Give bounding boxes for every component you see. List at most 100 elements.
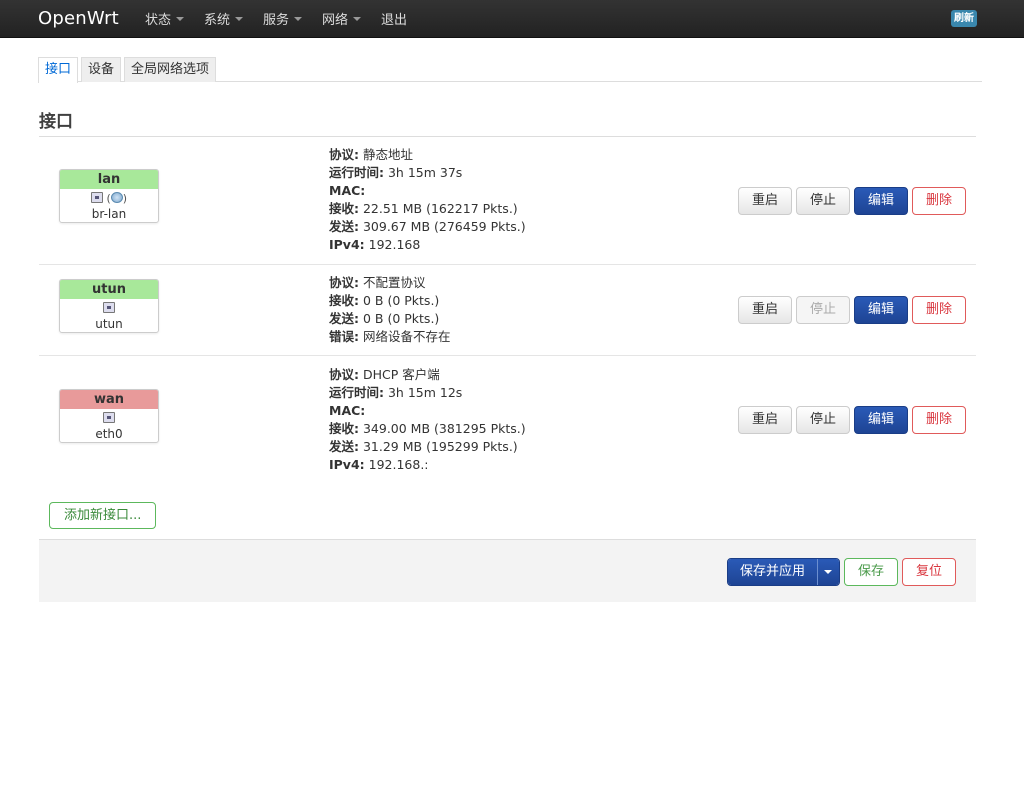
info-value: 网络设备不存在	[359, 329, 451, 344]
stop-button[interactable]: 停止	[795, 187, 850, 215]
info-value: 309.67 MB (276459 Pkts.)	[359, 219, 526, 234]
edit-button[interactable]: 编辑	[853, 406, 908, 434]
interface-info: 协议: 静态地址 运行时间: 3h 15m 37s MAC: 接收: 22.51…	[329, 146, 526, 254]
restart-button[interactable]: 重启	[737, 187, 792, 215]
stop-button[interactable]: 停止	[795, 296, 850, 324]
delete-button[interactable]: 删除	[911, 296, 966, 324]
reset-button[interactable]: 复位	[901, 558, 956, 586]
tab-interfaces[interactable]: 接口	[38, 57, 79, 83]
interface-row-wan: wan eth0 协议: DHCP 客户端 运行时间: 3h 15m 12s M…	[39, 356, 976, 483]
globe-icon	[110, 192, 123, 203]
chevron-down-icon	[353, 16, 361, 21]
interface-badge-wan: wan eth0	[59, 389, 159, 443]
info-key: 错误:	[329, 329, 359, 344]
info-key: MAC:	[329, 403, 366, 418]
info-line: 接收: 22.51 MB (162217 Pkts.)	[329, 200, 526, 218]
delete-button[interactable]: 删除	[911, 187, 966, 215]
info-line: 协议: 不配置协议	[329, 274, 450, 292]
interface-badge-utun: utun utun	[59, 279, 159, 333]
info-line: 协议: 静态地址	[329, 146, 526, 164]
interface-row-utun: utun utun 协议: 不配置协议 接收: 0 B (0 Pkts.) 发送…	[39, 265, 976, 355]
info-value: 3h 15m 37s	[384, 165, 463, 180]
save-apply-split-button: 保存并应用	[726, 558, 840, 586]
info-line: 运行时间: 3h 15m 12s	[329, 384, 526, 402]
info-line: MAC:	[329, 182, 526, 200]
info-line: 接收: 0 B (0 Pkts.)	[329, 292, 450, 310]
menu-status[interactable]: 状态	[145, 9, 184, 28]
info-line: IPv4: 192.168.:	[329, 456, 526, 474]
delete-button[interactable]: 删除	[911, 406, 966, 434]
refresh-badge[interactable]: 刷新	[951, 10, 977, 27]
restart-button[interactable]: 重启	[737, 296, 792, 324]
info-key: 接收:	[329, 201, 359, 216]
info-value: 0 B (0 Pkts.)	[359, 293, 440, 308]
info-line: MAC:	[329, 402, 526, 420]
save-apply-dropdown[interactable]	[816, 559, 839, 585]
stop-button[interactable]: 停止	[795, 406, 850, 434]
info-key: 协议:	[329, 367, 359, 382]
info-value: 不配置协议	[359, 275, 426, 290]
info-key: 运行时间:	[329, 385, 384, 400]
menu-system-label: 系统	[203, 13, 230, 28]
interface-icons	[60, 302, 158, 317]
info-value: 192.168.:	[364, 457, 429, 472]
info-line: 错误: 网络设备不存在	[329, 328, 450, 346]
info-key: 协议:	[329, 275, 359, 290]
info-line: 运行时间: 3h 15m 37s	[329, 164, 526, 182]
info-value: 31.29 MB (195299 Pkts.)	[359, 439, 518, 454]
info-line: 发送: 0 B (0 Pkts.)	[329, 310, 450, 328]
info-line: 协议: DHCP 客户端	[329, 366, 526, 384]
info-line: 接收: 349.00 MB (381295 Pkts.)	[329, 420, 526, 438]
chevron-down-icon	[824, 570, 833, 574]
edit-button[interactable]: 编辑	[853, 296, 908, 324]
menu-services[interactable]: 服务	[263, 9, 302, 28]
tab-devices[interactable]: 设备	[81, 57, 122, 82]
info-key: MAC:	[329, 183, 366, 198]
save-apply-button[interactable]: 保存并应用	[727, 559, 817, 585]
info-key: 协议:	[329, 147, 359, 162]
tab-global-options[interactable]: 全局网络选项	[124, 57, 217, 82]
menu-status-label: 状态	[144, 13, 171, 28]
add-interface-button[interactable]: 添加新接口...	[49, 502, 157, 529]
info-value: 349.00 MB (381295 Pkts.)	[359, 421, 526, 436]
restart-button[interactable]: 重启	[737, 406, 792, 434]
info-key: 发送:	[329, 219, 359, 234]
info-key: IPv4:	[329, 457, 365, 472]
menu-services-label: 服务	[262, 13, 289, 28]
edit-button[interactable]: 编辑	[853, 187, 908, 215]
info-value: 静态地址	[359, 147, 413, 162]
info-key: IPv4:	[329, 237, 365, 252]
info-key: 发送:	[329, 439, 359, 454]
info-value: DHCP 客户端	[359, 367, 440, 382]
info-line: IPv4: 192.168	[329, 236, 526, 254]
interface-info: 协议: 不配置协议 接收: 0 B (0 Pkts.) 发送: 0 B (0 P…	[329, 274, 450, 346]
interface-badge-body: utun	[60, 299, 158, 332]
chevron-down-icon	[293, 16, 302, 21]
info-line: 发送: 309.67 MB (276459 Pkts.)	[329, 218, 526, 236]
save-button[interactable]: 保存	[843, 558, 898, 586]
interface-row-lan: lan () br-lan 协议: 静态地址 运行时间: 3h 15m 37s …	[39, 137, 976, 264]
section-title: 接口	[39, 112, 73, 132]
interface-badge-body: () br-lan	[60, 189, 158, 222]
interface-name: utun	[60, 280, 158, 299]
tab-bar: 接口 设备 全局网络选项	[38, 57, 982, 83]
brand-logo[interactable]: OpenWrt	[38, 8, 119, 29]
interface-icons	[60, 412, 158, 427]
menu-system[interactable]: 系统	[204, 9, 243, 28]
info-key: 接收:	[329, 421, 359, 436]
row-actions: 重启 停止 编辑 删除	[734, 406, 966, 434]
info-line: 发送: 31.29 MB (195299 Pkts.)	[329, 438, 526, 456]
chevron-down-icon	[175, 16, 184, 21]
menu-network[interactable]: 网络	[322, 9, 361, 28]
interface-name: wan	[60, 390, 158, 409]
menu-logout[interactable]: 退出	[381, 9, 407, 28]
interface-name: lan	[60, 170, 158, 189]
action-footer: 保存并应用 保存 复位	[39, 539, 976, 602]
interface-device: br-lan	[91, 207, 127, 221]
interface-info: 协议: DHCP 客户端 运行时间: 3h 15m 12s MAC: 接收: 3…	[329, 366, 526, 474]
port-icon	[90, 192, 103, 203]
info-key: 运行时间:	[329, 165, 384, 180]
interface-device: utun	[95, 317, 123, 331]
footer-actions: 保存并应用 保存 复位	[726, 558, 956, 586]
interface-device: eth0	[95, 427, 123, 441]
